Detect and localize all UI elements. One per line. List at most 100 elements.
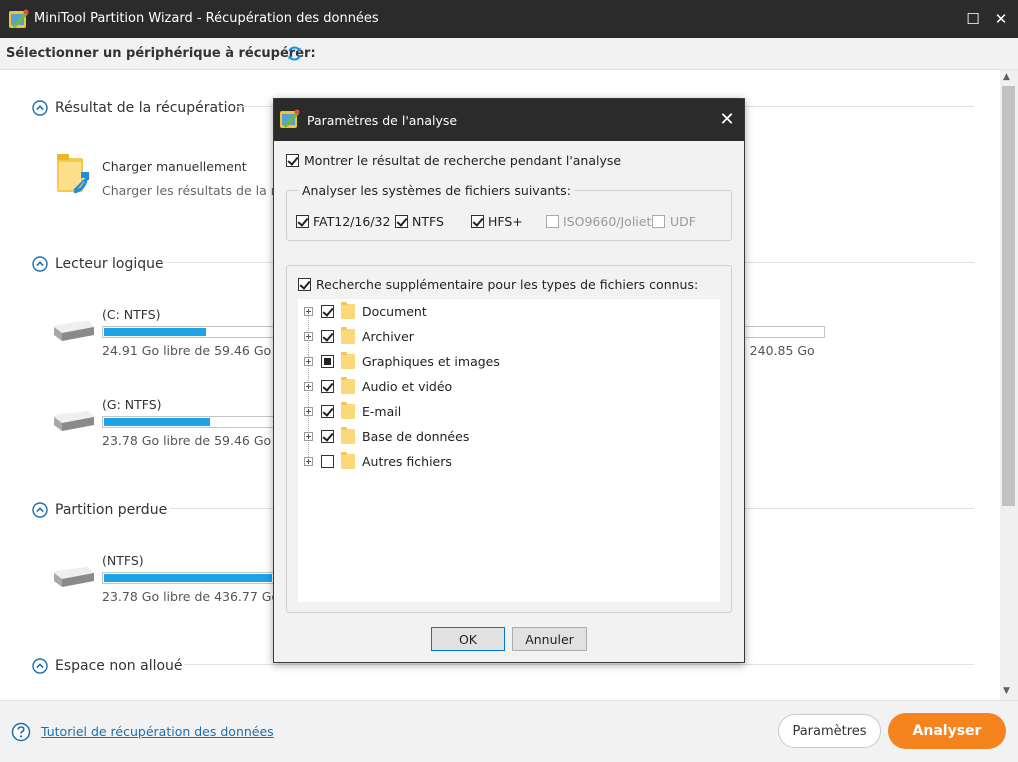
section-title: Partition perdue: [55, 502, 168, 518]
section-logical-drive[interactable]: Lecteur logique: [32, 254, 164, 274]
help-icon[interactable]: [11, 722, 31, 742]
vertical-scrollbar[interactable]: ▲ ▼: [1000, 70, 1018, 700]
fs-fat-label: FAT12/16/32: [313, 214, 391, 229]
fs-hfs-checkbox[interactable]: [471, 215, 484, 228]
dialog-title-bar[interactable]: Paramètres de l'analyse ✕: [274, 99, 744, 141]
drive-name: (G: NTFS): [102, 397, 162, 412]
scroll-down-arrow-icon[interactable]: ▼: [1003, 686, 1010, 696]
expand-plus-icon[interactable]: [304, 432, 313, 441]
drive-usage-bar: [102, 326, 282, 338]
title-bar: MiniTool Partition Wizard - Récupération…: [0, 0, 1018, 38]
tree-item[interactable]: Archiver: [298, 326, 718, 346]
tutorial-link[interactable]: Tutoriel de récupération des données: [41, 724, 274, 739]
dialog-title: Paramètres de l'analyse: [307, 113, 458, 128]
maximize-button[interactable]: ☐: [962, 8, 984, 30]
expand-plus-icon[interactable]: [304, 307, 313, 316]
load-manually-title[interactable]: Charger manuellement: [102, 159, 247, 174]
fs-ntfs-checkbox[interactable]: [395, 215, 408, 228]
file-type-checkbox[interactable]: [321, 380, 334, 393]
collapse-chevron-icon[interactable]: [32, 100, 48, 116]
file-type-checkbox[interactable]: [321, 405, 334, 418]
folder-icon: [341, 452, 355, 469]
file-type-checkbox[interactable]: [321, 455, 334, 468]
device-select-bar: Sélectionner un périphérique à récupérer…: [0, 38, 1018, 70]
drive-usage-fill: [104, 328, 206, 336]
parameters-button[interactable]: Paramètres: [778, 714, 881, 748]
drive-usage-fill: [104, 418, 210, 426]
fs-iso-checkbox[interactable]: [546, 215, 559, 228]
tree-item[interactable]: Audio et vidéo: [298, 376, 718, 396]
section-lost-partition[interactable]: Partition perdue: [32, 500, 167, 520]
fs-hfs-label: HFS+: [488, 214, 523, 229]
tree-item[interactable]: Autres fichiers: [298, 451, 718, 471]
close-window-button[interactable]: ✕: [990, 8, 1012, 30]
scroll-up-arrow-icon[interactable]: ▲: [1003, 72, 1010, 82]
fs-ntfs-label: NTFS: [412, 214, 444, 229]
window-title: MiniTool Partition Wizard - Récupération…: [34, 11, 379, 26]
extra-search-checkbox[interactable]: [298, 278, 311, 291]
extra-search-label: Recherche supplémentaire pour les types …: [316, 277, 699, 292]
hard-drive-icon: [54, 411, 94, 431]
file-type-label: Archiver: [362, 329, 414, 344]
section-divider: [184, 664, 974, 665]
file-type-label: Audio et vidéo: [362, 379, 453, 394]
tree-item[interactable]: E-mail: [298, 401, 718, 421]
drive-name: (C: NTFS): [102, 307, 161, 322]
dialog-close-icon[interactable]: ✕: [716, 109, 738, 131]
section-unallocated[interactable]: Espace non alloué: [32, 656, 183, 676]
fs-udf-checkbox[interactable]: [652, 215, 665, 228]
tree-item[interactable]: Document: [298, 301, 718, 321]
expand-plus-icon[interactable]: [304, 332, 313, 341]
file-type-label: Document: [362, 304, 427, 319]
refresh-icon[interactable]: [286, 45, 303, 62]
section-recovery-result[interactable]: Résultat de la récupération: [32, 98, 245, 118]
hard-drive-icon: [54, 321, 94, 341]
drive-usage-bar: [735, 326, 825, 338]
show-results-checkbox[interactable]: [286, 154, 299, 167]
tree-item[interactable]: Graphiques et images: [298, 351, 718, 371]
bottom-bar: Tutoriel de récupération des données Par…: [0, 700, 1018, 762]
collapse-chevron-icon[interactable]: [32, 256, 48, 272]
drive-usage-bar: [102, 572, 274, 584]
fs-iso-label: ISO9660/Joliet: [563, 214, 652, 229]
expand-plus-icon[interactable]: [304, 357, 313, 366]
filesystems-legend: Analyser les systèmes de fichiers suivan…: [299, 183, 574, 198]
tree-item[interactable]: Base de données: [298, 426, 718, 446]
file-types-tree: Document Archiver Graphiques et images Audi…: [298, 299, 720, 602]
drive-free-space: 23.78 Go libre de 59.46 Go: [102, 433, 272, 448]
collapse-chevron-icon[interactable]: [32, 658, 48, 674]
fs-udf-label: UDF: [670, 214, 696, 229]
folder-icon: [341, 327, 355, 344]
expand-plus-icon[interactable]: [304, 407, 313, 416]
file-type-checkbox[interactable]: [321, 355, 334, 368]
folder-icon: [341, 402, 355, 419]
cancel-button[interactable]: Annuler: [512, 627, 587, 651]
file-type-label: Base de données: [362, 429, 470, 444]
file-type-checkbox[interactable]: [321, 330, 334, 343]
analyse-button[interactable]: Analyser: [888, 713, 1006, 749]
scan-settings-dialog: Paramètres de l'analyse ✕ Montrer le rés…: [273, 98, 745, 663]
file-type-checkbox[interactable]: [321, 305, 334, 318]
hard-drive-icon: [54, 567, 94, 587]
file-type-label: Graphiques et images: [362, 354, 500, 369]
fs-fat-checkbox[interactable]: [296, 215, 309, 228]
scrollbar-thumb[interactable]: [1002, 86, 1015, 506]
app-logo-icon: [9, 9, 29, 28]
expand-plus-icon[interactable]: [304, 382, 313, 391]
show-results-label: Montrer le résultat de recherche pendant…: [304, 153, 622, 168]
drive-name: (NTFS): [102, 553, 144, 568]
section-title: Espace non alloué: [55, 658, 183, 674]
collapse-chevron-icon[interactable]: [32, 502, 48, 518]
folder-icon: [341, 352, 355, 369]
drive-free-space: 24.91 Go libre de 59.46 Go: [102, 343, 272, 358]
file-type-label: Autres fichiers: [362, 454, 452, 469]
folder-icon: [341, 377, 355, 394]
load-manually-subtitle: Charger les résultats de la ré: [102, 183, 284, 198]
drive-free-space: e 240.85 Go: [738, 343, 815, 358]
file-type-checkbox[interactable]: [321, 430, 334, 443]
load-folder-icon[interactable]: [55, 152, 91, 196]
expand-plus-icon[interactable]: [304, 457, 313, 466]
ok-button[interactable]: OK: [431, 627, 505, 651]
drive-usage-fill: [104, 574, 272, 582]
folder-icon: [341, 427, 355, 444]
